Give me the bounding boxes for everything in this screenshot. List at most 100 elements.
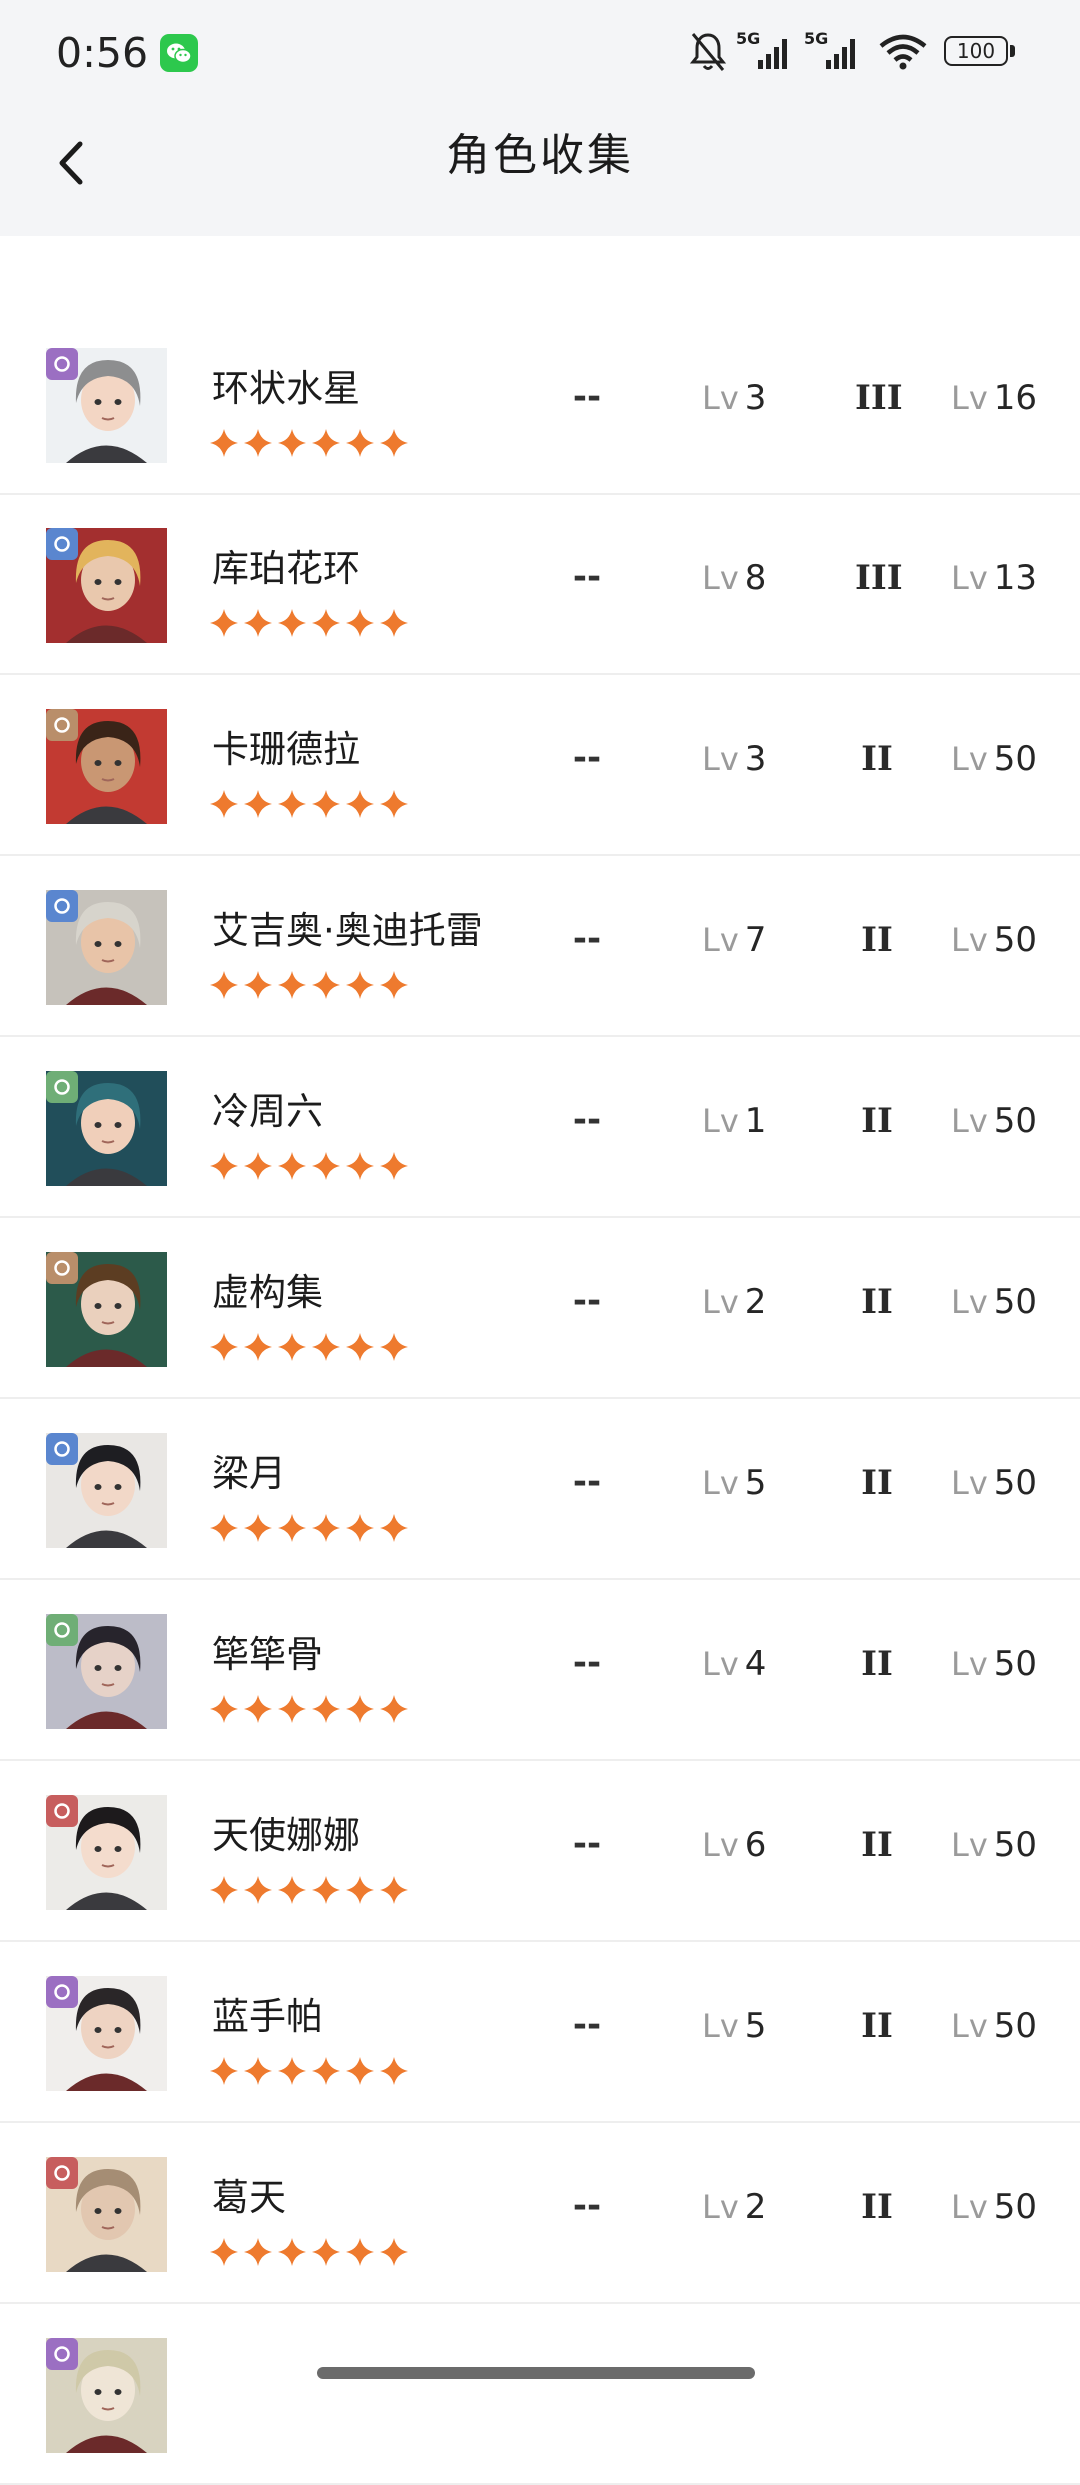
rating-star-icon (210, 1876, 238, 1904)
character-row[interactable]: 葛天 -- Lv 2 II Lv 50 (0, 2124, 1080, 2304)
character-name: 卡珊德拉 (212, 728, 360, 771)
rating-star-icon (380, 609, 408, 637)
character-avatar (46, 2157, 167, 2272)
level-prefix: Lv (702, 740, 739, 778)
col1-value: -- (572, 2005, 602, 2045)
character-level: Lv 50 (951, 1825, 1038, 1865)
rating-star-icon (278, 1876, 306, 1904)
moon-element-icon (46, 348, 78, 380)
character-row[interactable]: 梁月 -- Lv 5 II Lv 50 (0, 1400, 1080, 1580)
rating-star-icon (210, 2238, 238, 2266)
character-row[interactable]: 卡珊德拉 -- Lv 3 II Lv 50 (0, 676, 1080, 856)
character-name: 葛天 (212, 2176, 286, 2219)
rating-star-icon (346, 1514, 374, 1542)
plant-element-icon (46, 1071, 78, 1103)
character-avatar (46, 1252, 167, 1367)
level-prefix: Lv (951, 2007, 988, 2045)
character-level: Lv 50 (951, 1282, 1038, 1322)
skill-level: Lv 3 (702, 378, 767, 418)
star-rating (209, 428, 413, 458)
rating-star-icon (278, 2057, 306, 2085)
rating-star-icon (210, 971, 238, 999)
level-prefix: Lv (951, 1464, 988, 1502)
character-row[interactable]: 环状水星 -- Lv 3 III Lv 16 (0, 315, 1080, 495)
level-prefix: Lv (702, 1464, 739, 1502)
col1-value: -- (572, 1643, 602, 1683)
rating-star-icon (312, 1876, 340, 1904)
star-element-icon (46, 528, 78, 560)
rating-star-icon (312, 2057, 340, 2085)
rating-star-icon (210, 1333, 238, 1361)
character-row[interactable]: 蓝手帕 -- Lv 5 II Lv 50 (0, 1943, 1080, 2123)
battery-level: 100 (956, 39, 996, 63)
insight-rank: II (861, 2187, 893, 2227)
col1-value: -- (572, 919, 602, 959)
moon-element-icon (46, 2338, 78, 2370)
character-name: 筚筚骨 (212, 1633, 323, 1676)
beast-element-icon (46, 1252, 78, 1284)
level-prefix: Lv (951, 2188, 988, 2226)
rating-star-icon (244, 1514, 272, 1542)
status-time: 0:56 (56, 29, 149, 77)
level-prefix: Lv (951, 379, 988, 417)
rating-star-icon (346, 2238, 374, 2266)
home-indicator[interactable] (317, 2367, 755, 2379)
character-level: Lv 50 (951, 2006, 1038, 2046)
character-row[interactable]: 虚构集 -- Lv 2 II Lv 50 (0, 1219, 1080, 1399)
level-prefix: Lv (702, 921, 739, 959)
rating-star-icon (278, 1514, 306, 1542)
character-avatar (46, 1976, 167, 2091)
rating-star-icon (380, 1695, 408, 1723)
skill-level: Lv 6 (702, 1825, 767, 1865)
rating-star-icon (346, 609, 374, 637)
character-row[interactable]: 艾吉奥·奥迪托雷 -- Lv 7 II Lv 50 (0, 857, 1080, 1037)
level-prefix: Lv (951, 740, 988, 778)
spirit-element-icon (46, 2157, 78, 2189)
rating-star-icon (380, 790, 408, 818)
skill-level: Lv 5 (702, 1463, 767, 1503)
rating-star-icon (278, 429, 306, 457)
rating-star-icon (312, 1695, 340, 1723)
col1-value: -- (572, 1824, 602, 1864)
rating-star-icon (210, 1695, 238, 1723)
character-row[interactable]: 库珀花环 -- Lv 8 III Lv 13 (0, 495, 1080, 675)
insight-rank: II (861, 1463, 893, 1503)
skill-level: Lv 4 (702, 1644, 767, 1684)
character-row[interactable]: 筚筚骨 -- Lv 4 II Lv 50 (0, 1581, 1080, 1761)
character-level: Lv 50 (951, 1463, 1038, 1503)
star-rating (209, 1875, 413, 1905)
rating-star-icon (346, 790, 374, 818)
star-rating (209, 1694, 413, 1724)
character-row[interactable]: 冷周六 -- Lv 1 II Lv 50 (0, 1038, 1080, 1218)
rating-star-icon (346, 971, 374, 999)
character-level: Lv 50 (951, 920, 1038, 960)
rating-star-icon (312, 790, 340, 818)
beast-element-icon (46, 709, 78, 741)
battery-icon: 100 (944, 36, 1018, 68)
rating-star-icon (244, 1333, 272, 1361)
character-name: 环状水星 (212, 367, 360, 410)
rating-star-icon (346, 1695, 374, 1723)
status-bar: 0:56 5G 5G 100 (0, 0, 1080, 100)
skill-level: Lv 5 (702, 2006, 767, 2046)
rating-star-icon (312, 609, 340, 637)
star-element-icon (46, 1433, 78, 1465)
col1-value: -- (572, 1462, 602, 1502)
character-avatar (46, 1071, 167, 1186)
character-name: 艾吉奥·奥迪托雷 (212, 909, 483, 952)
level-prefix: Lv (702, 1283, 739, 1321)
wechat-icon (160, 34, 198, 72)
star-element-icon (46, 890, 78, 922)
level-prefix: Lv (951, 1283, 988, 1321)
star-rating (209, 2237, 413, 2267)
rating-star-icon (278, 2238, 306, 2266)
rating-star-icon (380, 1514, 408, 1542)
star-rating (209, 970, 413, 1000)
character-row[interactable]: 天使娜娜 -- Lv 6 II Lv 50 (0, 1762, 1080, 1942)
wifi-icon (878, 32, 928, 72)
level-prefix: Lv (702, 379, 739, 417)
col1-value: -- (572, 738, 602, 778)
character-row[interactable] (0, 2305, 1080, 2485)
rating-star-icon (346, 2057, 374, 2085)
rating-star-icon (244, 2238, 272, 2266)
